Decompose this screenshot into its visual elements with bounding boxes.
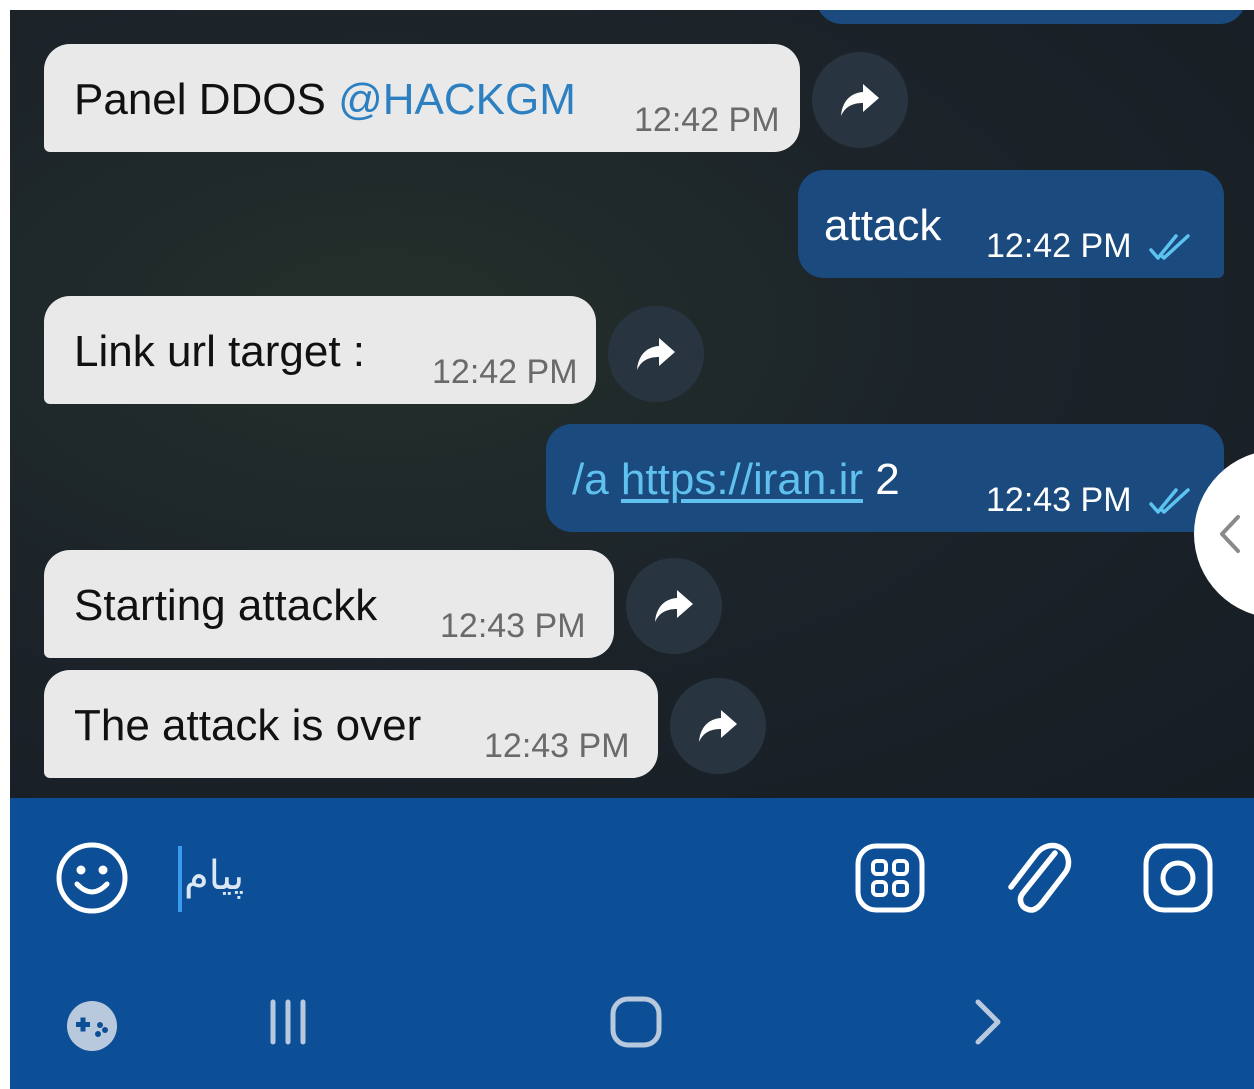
camera-button[interactable]: [1138, 838, 1218, 918]
forward-arrow-icon: [841, 84, 879, 116]
read-ticks-icon: [1149, 234, 1190, 260]
emoji-button[interactable]: [52, 838, 132, 918]
forward-arrow-icon: [637, 338, 675, 370]
game-launcher-button[interactable]: [60, 994, 124, 1058]
message-time: 12:42 PM: [432, 353, 578, 391]
recent-apps-button[interactable]: [256, 990, 320, 1054]
home-button[interactable]: [604, 990, 668, 1054]
home-icon: [610, 996, 662, 1048]
composer-bar: پیام: [10, 798, 1254, 1089]
incoming-message[interactable]: Panel DDOS @HACKGM 12:42 PM: [44, 44, 800, 152]
bot-command[interactable]: /a: [572, 455, 621, 504]
attach-icon: [1008, 842, 1072, 913]
incoming-message[interactable]: The attack is over 12:43 PM: [44, 670, 658, 778]
message-text: /a https://iran.ir 2: [572, 455, 900, 504]
message-time: 12:42 PM: [986, 227, 1132, 265]
message-text: attack: [824, 201, 942, 250]
forward-button[interactable]: [812, 52, 908, 148]
forward-button[interactable]: [670, 678, 766, 774]
read-ticks-icon: [1149, 488, 1190, 514]
game-launcher-icon: [67, 1001, 117, 1051]
forward-button[interactable]: [626, 558, 722, 654]
message-time: 12:42 PM: [634, 101, 780, 139]
forward-arrow-icon: [655, 590, 693, 622]
recent-apps-icon: [270, 999, 306, 1045]
text-caret: [178, 846, 182, 912]
chevron-left-icon: [1220, 515, 1240, 553]
previous-outgoing-message-bubble: [816, 10, 1246, 24]
forward-button[interactable]: [608, 306, 704, 402]
message-text: Starting attackk: [74, 581, 378, 630]
attach-button[interactable]: [994, 834, 1084, 924]
outgoing-message[interactable]: /a https://iran.ir 2 12:43 PM: [546, 424, 1224, 532]
url-link[interactable]: https://iran.ir: [621, 455, 863, 504]
message-time: 12:43 PM: [986, 481, 1132, 519]
emoji-icon: [56, 842, 128, 914]
sticker-panel-button[interactable]: [850, 838, 930, 918]
outgoing-message[interactable]: attack 12:42 PM: [798, 170, 1224, 278]
incoming-message[interactable]: Starting attackk 12:43 PM: [44, 550, 614, 658]
camera-icon: [1143, 843, 1213, 913]
message-input-placeholder: پیام: [184, 854, 245, 898]
chat-area[interactable]: Panel DDOS @HACKGM 12:42 PM attack 12:42…: [10, 10, 1254, 798]
message-text: The attack is over: [74, 701, 422, 750]
message-time: 12:43 PM: [440, 607, 586, 645]
message-time: 12:43 PM: [484, 727, 630, 765]
mention-link[interactable]: @HACKGM: [338, 75, 576, 124]
sticker-panel-icon: [855, 843, 925, 913]
forward-arrow-icon: [699, 710, 737, 742]
message-text: Panel DDOS @HACKGM: [74, 75, 576, 124]
message-input[interactable]: پیام: [170, 838, 820, 918]
incoming-message[interactable]: Link url target : 12:42 PM: [44, 296, 596, 404]
back-icon: [975, 999, 1001, 1045]
message-text: Link url target :: [74, 327, 366, 376]
back-button[interactable]: [956, 990, 1020, 1054]
